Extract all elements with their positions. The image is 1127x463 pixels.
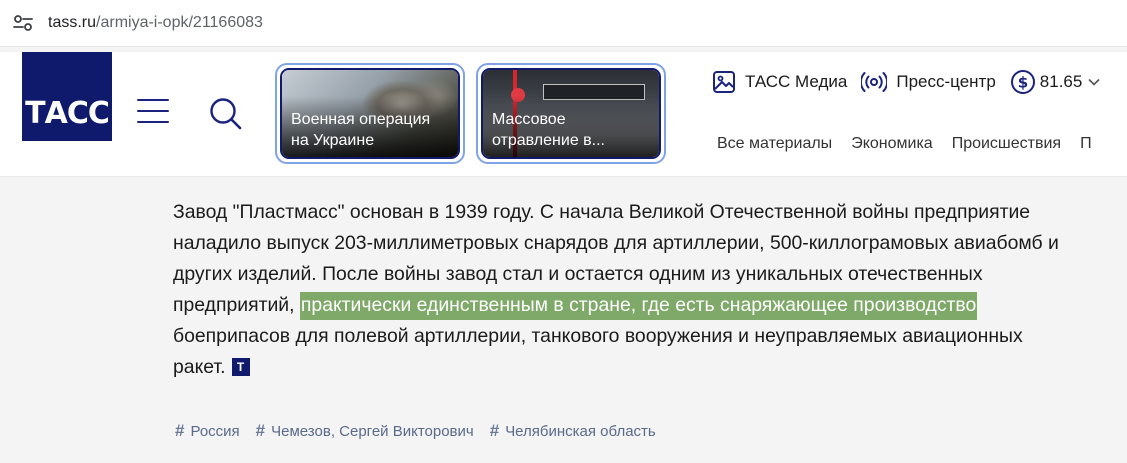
- tune-icon[interactable]: [12, 13, 34, 33]
- tass-end-badge[interactable]: Т: [231, 358, 250, 376]
- story-card-title: Массовое отравление в...: [492, 111, 605, 149]
- svg-text:$: $: [1018, 74, 1028, 92]
- nav-item-economy[interactable]: Экономика: [851, 135, 933, 153]
- story-card-poisoning[interactable]: Массовое отравление в...: [476, 63, 666, 164]
- tag-russia[interactable]: # Россия: [175, 421, 240, 441]
- dollar-circle-icon: $: [1010, 70, 1035, 94]
- tag-chemezov[interactable]: # Чемезов, Сергей Викторович: [256, 421, 474, 441]
- tag-label: Россия: [190, 422, 240, 440]
- story-card-title: Военная операция на Украине: [291, 111, 431, 149]
- nav-item-all[interactable]: Все материалы: [717, 135, 832, 153]
- hamburger-icon: [137, 99, 169, 101]
- tag-label: Челябинская область: [505, 422, 656, 440]
- article-body: Завод "Пластмасс" основан в 1939 году. С…: [173, 197, 1073, 383]
- tag-chelyabinsk[interactable]: # Челябинская область: [490, 421, 656, 441]
- press-center-label: Пресс-центр: [896, 72, 996, 91]
- url-path: /armiya-i-opk/21166083: [96, 14, 263, 31]
- browser-address-bar: tass.ru/armiya-i-opk/21166083: [0, 0, 1127, 47]
- tass-media-link[interactable]: ТАСС Медиа: [712, 70, 847, 94]
- search-icon[interactable]: [209, 97, 243, 131]
- hash-icon: #: [489, 421, 500, 440]
- paragraph-text-end: боеприпасов для полевой артиллерии, танк…: [173, 325, 1023, 378]
- article-paragraph: Завод "Пластмасс" основан в 1939 году. С…: [173, 197, 1073, 383]
- site-header: ТАСС Военная операция на Украине Массово…: [0, 52, 1127, 177]
- nav-item-truncated[interactable]: П: [1080, 135, 1092, 153]
- chevron-down-icon[interactable]: [1088, 78, 1100, 86]
- nav-item-incidents[interactable]: Происшествия: [952, 135, 1061, 153]
- currency-rate-value: 81.65: [1039, 72, 1083, 91]
- hash-icon: #: [255, 421, 266, 440]
- story-card-ukraine[interactable]: Военная операция на Украине: [275, 63, 465, 164]
- press-center-link[interactable]: Пресс-центр: [861, 71, 996, 93]
- tag-label: Чемезов, Сергей Викторович: [271, 422, 474, 440]
- tass-media-label: ТАСС Медиа: [745, 72, 848, 91]
- url-host: tass.ru: [48, 14, 97, 31]
- section-nav: Все материалы Экономика Происшествия П: [717, 135, 1111, 153]
- currency-rate-widget[interactable]: $ 81.65: [1010, 69, 1105, 95]
- menu-button[interactable]: [137, 99, 169, 125]
- image-icon: [713, 71, 735, 93]
- article-tags: # Россия # Чемезов, Сергей Викторович # …: [175, 421, 672, 441]
- url-field[interactable]: tass.ru/armiya-i-opk/21166083: [48, 13, 263, 33]
- tass-logo[interactable]: ТАСС: [22, 52, 112, 141]
- header-top-links: ТАСС Медиа Пресс-центр $ 81.65: [712, 69, 1118, 95]
- hash-icon: #: [175, 421, 185, 440]
- broadcast-icon: [861, 72, 888, 92]
- highlighted-text: практически единственным в стране, где е…: [299, 292, 978, 320]
